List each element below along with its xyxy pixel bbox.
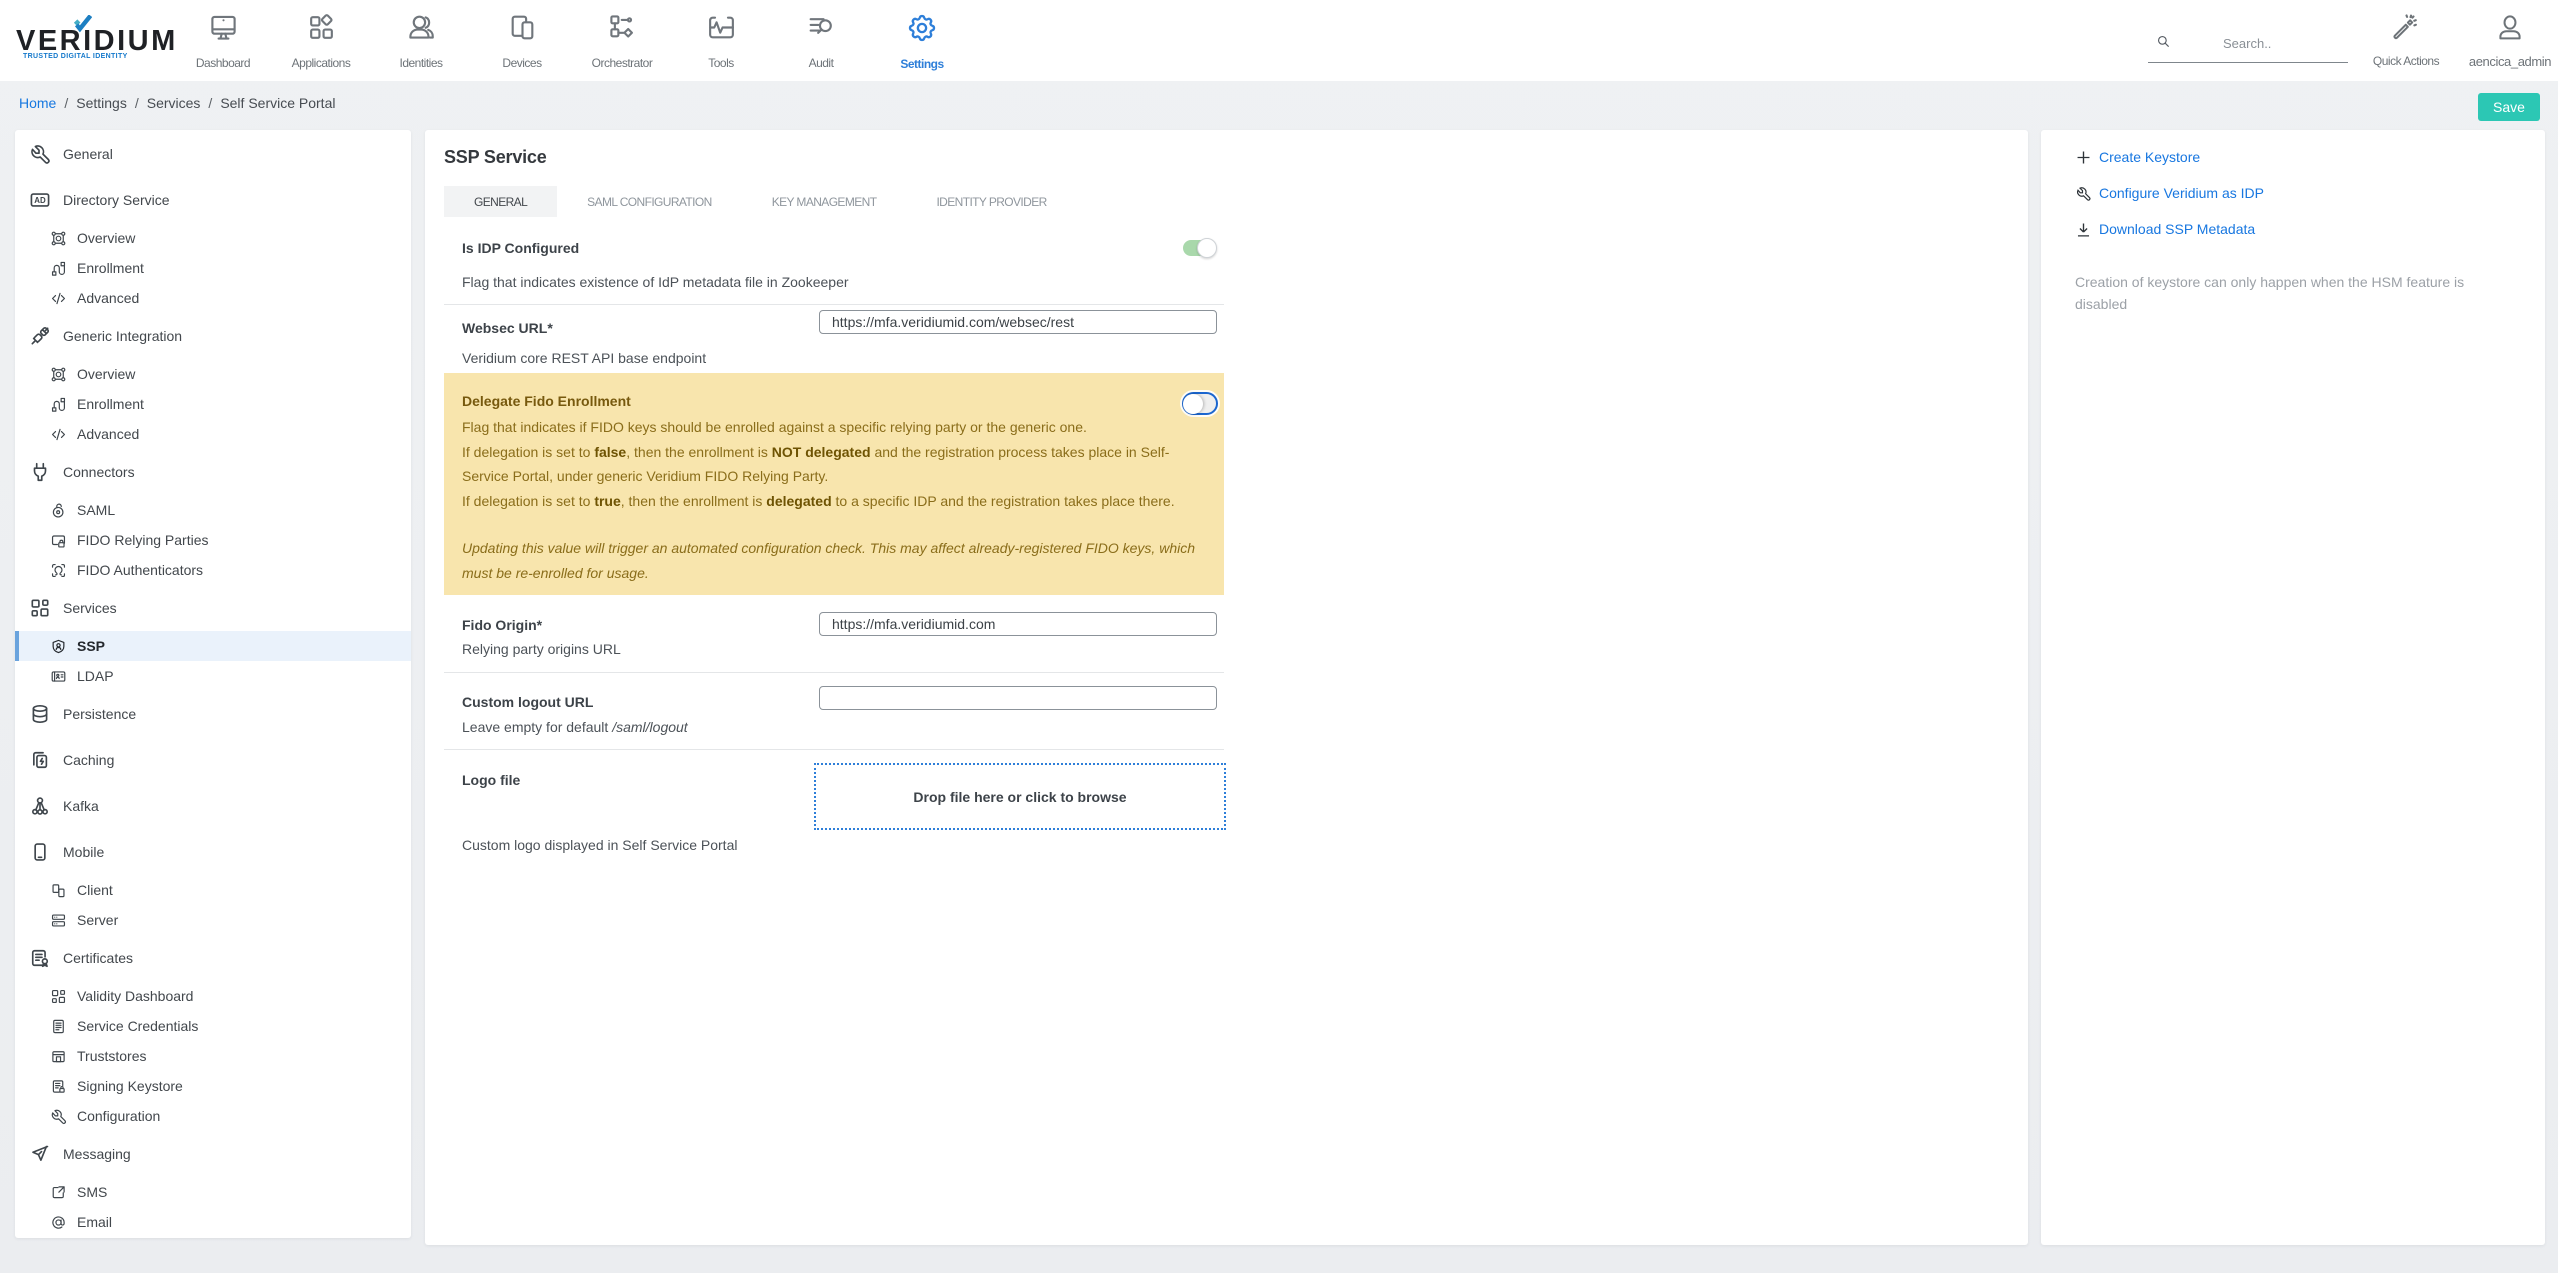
svg-text:AD: AD	[34, 196, 46, 205]
